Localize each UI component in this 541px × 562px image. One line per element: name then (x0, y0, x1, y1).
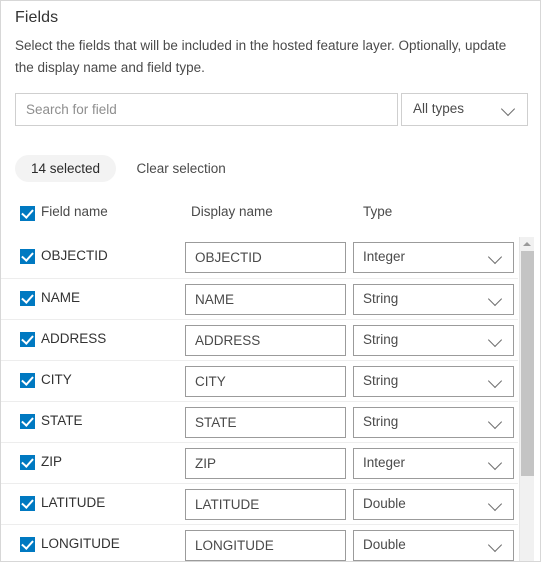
chevron-down-icon (487, 496, 503, 512)
row-display-name-input[interactable] (185, 530, 346, 561)
row-field-name: ADDRESS (41, 331, 107, 346)
row-type-dropdown[interactable]: Integer (353, 448, 514, 479)
table-row: LONGITUDE Double (1, 524, 518, 561)
row-checkbox[interactable] (20, 249, 35, 264)
table-row: CITY String (1, 360, 518, 401)
search-input[interactable] (15, 93, 398, 126)
row-checkbox[interactable] (20, 496, 35, 511)
row-checkbox[interactable] (20, 537, 35, 552)
row-type-label: Integer (363, 249, 406, 264)
row-display-name-input[interactable] (185, 407, 346, 438)
column-header-display-name: Display name (191, 204, 273, 219)
row-checkbox[interactable] (20, 414, 35, 429)
row-type-dropdown[interactable]: String (353, 366, 514, 397)
row-type-label: String (363, 373, 399, 388)
row-field-name: ZIP (41, 454, 63, 469)
filter-toolbar: All types (15, 93, 528, 126)
row-display-name-input[interactable] (185, 242, 346, 273)
chevron-down-icon (487, 537, 503, 553)
table-row: LATITUDE Double (1, 483, 518, 524)
row-checkbox[interactable] (20, 455, 35, 470)
row-display-name-input[interactable] (185, 325, 346, 356)
table-row: NAME String (1, 278, 518, 319)
row-display-name-input[interactable] (185, 366, 346, 397)
row-checkbox[interactable] (20, 332, 35, 347)
status-badge: 14 selected (15, 155, 117, 182)
scrollbar-thumb[interactable] (521, 251, 534, 476)
row-field-name: LATITUDE (41, 495, 106, 510)
panel-description: Select the fields that will be included … (15, 38, 507, 75)
row-field-name: LONGITUDE (41, 536, 120, 551)
row-type-dropdown[interactable]: Integer (353, 242, 514, 273)
row-field-name: STATE (41, 413, 83, 428)
row-checkbox[interactable] (20, 291, 35, 306)
fields-table-body: OBJECTIDIntegerNAMEStringADDRESSStringCI… (1, 237, 540, 561)
column-header-type: Type (363, 204, 393, 219)
select-all-checkbox[interactable] (20, 206, 35, 221)
page-title: Fields (15, 9, 59, 26)
row-display-name-input[interactable] (185, 284, 346, 315)
table-header-row: Field name Display name Type (1, 204, 540, 233)
row-type-dropdown[interactable]: Double (353, 489, 514, 520)
row-type-label: String (363, 332, 399, 347)
row-display-name-input[interactable] (185, 448, 346, 479)
row-type-dropdown[interactable]: Double (353, 530, 514, 561)
row-checkbox[interactable] (20, 373, 35, 388)
chevron-down-icon (487, 291, 503, 307)
scrollbar[interactable] (519, 237, 534, 561)
chevron-down-icon (487, 332, 503, 348)
type-filter-label: All types (413, 101, 465, 116)
clear-selection-link[interactable]: Clear selection (137, 161, 226, 176)
table-row: OBJECTID Integer (1, 237, 518, 278)
row-type-label: String (363, 414, 399, 429)
column-header-field-name: Field name (41, 204, 108, 219)
fields-panel: Fields Select the fields that will be in… (0, 0, 541, 562)
row-type-label: Integer (363, 455, 406, 470)
table-row: ADDRESS String (1, 319, 518, 360)
table-row: ZIP Integer (1, 442, 518, 483)
selection-summary: 14 selected Clear selection (15, 155, 226, 184)
chevron-down-icon (487, 455, 503, 471)
row-display-name-input[interactable] (185, 489, 346, 520)
row-type-label: Double (363, 537, 406, 552)
chevron-down-icon (487, 414, 503, 430)
type-filter-dropdown[interactable]: All types (401, 93, 528, 126)
chevron-down-icon (487, 249, 503, 265)
chevron-down-icon (500, 101, 516, 117)
row-type-dropdown[interactable]: String (353, 407, 514, 438)
row-field-name: NAME (41, 290, 81, 305)
table-row: STATE String (1, 401, 518, 442)
row-type-label: Double (363, 496, 406, 511)
chevron-down-icon (487, 373, 503, 389)
row-field-name: OBJECTID (41, 248, 108, 263)
triangle-up-icon[interactable] (520, 237, 534, 250)
row-type-label: String (363, 291, 399, 306)
row-field-name: CITY (41, 372, 72, 387)
row-type-dropdown[interactable]: String (353, 284, 514, 315)
row-type-dropdown[interactable]: String (353, 325, 514, 356)
